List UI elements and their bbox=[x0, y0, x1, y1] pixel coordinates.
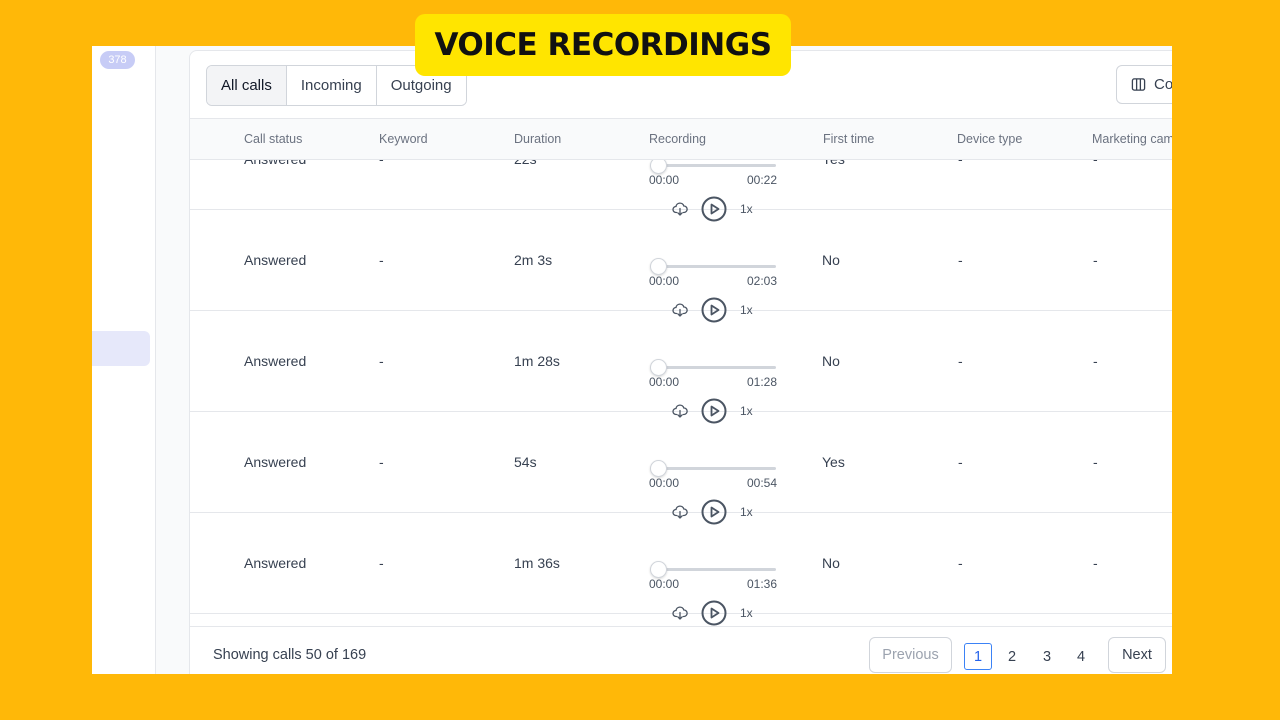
table-footer: Showing calls 50 of 169 Previous 1 2 3 4… bbox=[190, 626, 1172, 674]
cell-call-status: Answered bbox=[244, 160, 306, 167]
audio-progress-track[interactable] bbox=[650, 460, 776, 477]
cell-duration: 54s bbox=[514, 454, 537, 470]
cell-call-status: Answered bbox=[244, 555, 307, 571]
page-4[interactable]: 4 bbox=[1067, 643, 1095, 670]
cell-duration: 1m 36s bbox=[514, 555, 560, 571]
audio-progress-track[interactable] bbox=[650, 258, 776, 275]
header-duration[interactable]: Duration bbox=[514, 119, 561, 159]
audio-scrubber-handle[interactable] bbox=[650, 160, 667, 174]
current-time: 00:00 bbox=[649, 173, 680, 187]
cell-device-type: - bbox=[958, 252, 963, 268]
header-call-status[interactable]: Call status bbox=[244, 119, 302, 159]
playback-speed[interactable]: 1x bbox=[740, 606, 753, 620]
table-row[interactable]: Answered-22sYes--00:0000:221x bbox=[190, 160, 1172, 222]
previous-button[interactable]: Previous bbox=[869, 637, 952, 673]
cell-first-time: Yes bbox=[822, 160, 845, 167]
cell-keyword: - bbox=[379, 353, 384, 369]
tab-all-calls[interactable]: All calls bbox=[207, 66, 287, 105]
audio-scrubber-handle[interactable] bbox=[650, 460, 667, 477]
table-row[interactable]: Answered -54s Yes - -00:00 00:54 1x bbox=[190, 412, 1172, 525]
header-first-time[interactable]: First time bbox=[823, 119, 874, 159]
calls-card: All calls Incoming Outgoing Co Call stat… bbox=[189, 50, 1172, 674]
total-time: 00:54 bbox=[746, 476, 777, 490]
cell-first-time: No bbox=[822, 555, 840, 571]
cell-keyword: - bbox=[379, 555, 384, 571]
audio-controls: 1x bbox=[671, 600, 753, 626]
audio-scrubber-handle[interactable] bbox=[650, 561, 667, 578]
current-time: 00:00 bbox=[649, 577, 680, 591]
voice-recordings-banner: VOICE RECORDINGS bbox=[415, 14, 791, 76]
audio-progress-track[interactable] bbox=[650, 359, 776, 376]
cell-first-time: No bbox=[822, 252, 840, 268]
audio-progress-track[interactable] bbox=[650, 160, 776, 174]
cell-device-type: - bbox=[958, 555, 963, 571]
cell-duration: 1m 28s bbox=[514, 353, 560, 369]
header-device-type[interactable]: Device type bbox=[957, 119, 1022, 159]
cell-call-status: Answered bbox=[244, 454, 307, 470]
cell-call-status: Answered bbox=[244, 252, 307, 268]
table-row[interactable]: Answered - 1m 36s No - - 00:00 01:36 1x bbox=[190, 513, 1172, 626]
audio-progress-track[interactable] bbox=[650, 561, 776, 578]
cell-first-time: No bbox=[822, 353, 840, 369]
table-row[interactable]: Answered -2m 3s No - -00:00 02:03 1x bbox=[190, 210, 1172, 323]
cell-keyword: - bbox=[379, 160, 384, 167]
table-header: Call status Keyword Duration Recording F… bbox=[190, 118, 1172, 160]
total-time: 01:36 bbox=[746, 577, 777, 591]
current-time: 00:00 bbox=[649, 476, 680, 490]
cell-marketing-campaign: - bbox=[1093, 555, 1098, 571]
table-body: Answered - 22s Yes - - 00:00 00:22 1x Answered - 2m… bbox=[190, 160, 1172, 626]
app-window: 378 All calls Incoming Outgoing Co Call … bbox=[92, 46, 1172, 674]
total-time: 02:03 bbox=[746, 274, 777, 288]
cell-marketing-campaign: - bbox=[1093, 353, 1098, 369]
cell-marketing-campaign: - bbox=[1093, 160, 1098, 167]
page-1[interactable]: 1 bbox=[964, 643, 992, 670]
table-row[interactable]: Answered -1m 28s No - -00:00 01:28 1x bbox=[190, 311, 1172, 424]
audio-player: 00:00 01:36 1x bbox=[649, 561, 779, 626]
notification-badge: 378 bbox=[100, 51, 135, 69]
cell-device-type: - bbox=[958, 353, 963, 369]
play-icon[interactable] bbox=[701, 600, 727, 626]
page-3[interactable]: 3 bbox=[1033, 643, 1061, 670]
header-keyword[interactable]: Keyword bbox=[379, 119, 428, 159]
sidebar: 378 bbox=[92, 46, 156, 674]
audio-scrubber-handle[interactable] bbox=[650, 258, 667, 275]
cell-duration: 2m 3s bbox=[514, 252, 553, 268]
columns-button[interactable]: Co bbox=[1116, 65, 1172, 104]
next-button[interactable]: Next bbox=[1108, 637, 1166, 673]
cell-marketing-campaign: - bbox=[1093, 252, 1098, 268]
header-recording[interactable]: Recording bbox=[649, 119, 706, 159]
showing-count: Showing calls 50 of 169 bbox=[213, 647, 367, 663]
cell-first-time: Yes bbox=[822, 454, 845, 470]
current-time: 00:00 bbox=[649, 274, 680, 288]
banner-title: VOICE RECORDINGS bbox=[434, 27, 772, 63]
total-time: 01:28 bbox=[746, 375, 777, 389]
cell-call-status: Answered bbox=[244, 353, 307, 369]
audio-scrubber-handle[interactable] bbox=[650, 359, 667, 376]
sidebar-gutter bbox=[156, 46, 189, 674]
cell-device-type: - bbox=[958, 160, 963, 167]
download-icon[interactable] bbox=[671, 604, 689, 622]
total-time: 00:22 bbox=[746, 173, 777, 187]
cell-marketing-campaign: - bbox=[1093, 454, 1098, 470]
columns-button-label: Co bbox=[1154, 76, 1172, 93]
cell-keyword: - bbox=[379, 252, 384, 268]
cell-device-type: - bbox=[958, 454, 963, 470]
sidebar-item-active[interactable] bbox=[92, 331, 150, 366]
cell-keyword: - bbox=[379, 454, 384, 470]
page-2[interactable]: 2 bbox=[998, 643, 1026, 670]
header-marketing-campaign[interactable]: Marketing cam bbox=[1092, 119, 1172, 159]
current-time: 00:00 bbox=[649, 375, 680, 389]
columns-icon bbox=[1131, 78, 1146, 91]
cell-duration: 22s bbox=[514, 160, 537, 167]
tab-incoming[interactable]: Incoming bbox=[286, 66, 377, 105]
